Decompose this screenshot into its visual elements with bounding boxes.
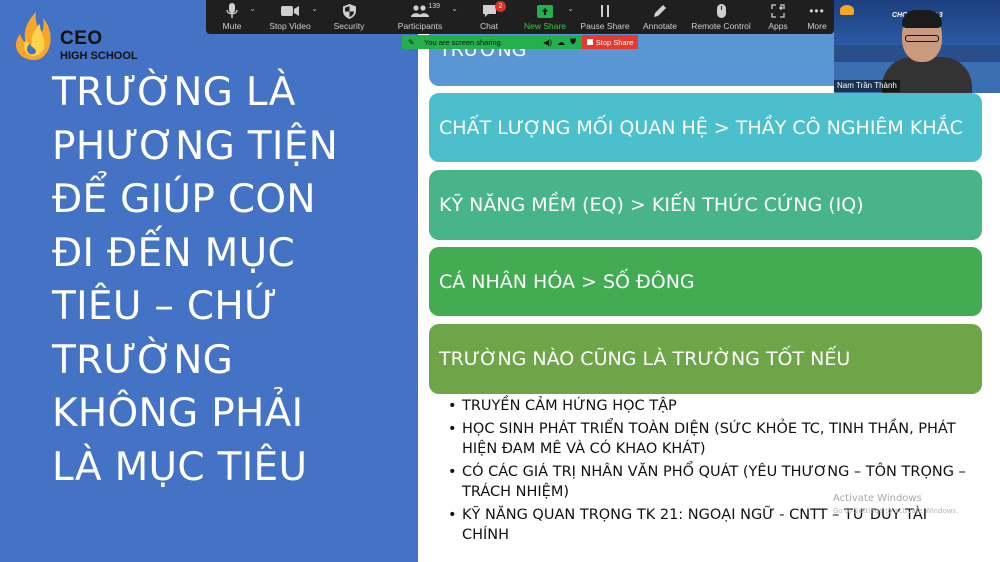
sharing-status-text: You are screen sharing — [424, 37, 501, 47]
bullet-list: TRUYỀN CẢM HỨNG HỌC TẬP HỌC SINH PHÁT TR… — [448, 396, 978, 548]
ceo-logo-small-icon — [840, 5, 854, 15]
title-line: PHƯƠNG TIỆN — [52, 123, 339, 169]
more-button[interactable]: ••• More — [800, 0, 834, 34]
chat-button[interactable]: 2 Chat — [464, 0, 514, 34]
share-screen-icon — [537, 3, 553, 19]
chevron-down-icon[interactable]: ⌄ — [249, 4, 256, 13]
box-text: CÁ NHÂN HÓA > SỐ ĐÔNG — [439, 270, 695, 293]
title-line: LÀ MỤC TIÊU — [52, 444, 308, 490]
title-line: ĐỂ GIÚP CON — [52, 177, 316, 222]
title-line: ĐI ĐẾN MỤC — [52, 230, 295, 276]
pause-icon — [600, 3, 610, 19]
pencil-icon — [654, 3, 666, 19]
chevron-down-icon[interactable]: ⌄ — [567, 4, 574, 13]
stop-square-icon — [586, 39, 593, 45]
speaker-icon[interactable]: ◀) — [543, 38, 552, 47]
annotate-button[interactable]: Annotate — [634, 0, 686, 34]
watermark-title: Activate Windows — [833, 493, 922, 504]
speaker-glasses — [905, 35, 939, 42]
slide-box-good-school: TRƯỜNG NÀO CŨNG LÀ TRƯỜNG TỐT NẾU — [429, 324, 982, 394]
cloud-icon[interactable]: ☁ — [557, 38, 565, 47]
pause-share-button[interactable]: Pause Share — [576, 0, 634, 34]
stop-share-label: Stop Share — [595, 37, 634, 47]
chevron-down-icon[interactable]: ⌄ — [451, 4, 458, 13]
speaker-hair — [902, 10, 942, 28]
annotate-label: Annotate — [642, 21, 678, 31]
chat-label: Chat — [480, 21, 498, 31]
apps-label: Apps — [768, 21, 788, 31]
participants-button[interactable]: 139 ⌄ Participants — [376, 0, 464, 34]
apps-icon — [771, 3, 785, 19]
security-label: Security — [333, 21, 365, 31]
new-share-label: New Share — [523, 21, 567, 31]
mouse-icon — [716, 3, 726, 19]
mute-label: Mute — [222, 21, 242, 31]
activate-windows-watermark: Activate Windows Go to Settings to activ… — [833, 492, 958, 518]
remote-control-label: Remote Control — [691, 21, 751, 31]
slide-box-personalization: CÁ NHÂN HÓA > SỐ ĐÔNG — [429, 247, 982, 316]
video-camera-icon — [281, 3, 299, 19]
bullet-item: TRUYỀN CẢM HỨNG HỌC TẬP — [448, 396, 978, 416]
title-line: TRƯỜNG LÀ — [52, 70, 296, 115]
zoom-meeting-toolbar: ⌄ Mute ⌄ Stop Video Security 139 ⌄ Parti… — [206, 0, 834, 34]
new-share-button[interactable]: ⌄ New Share — [514, 0, 576, 34]
chat-unread-badge: 2 — [495, 1, 506, 12]
ceo-logo: CEO HIGH SCHOOL — [8, 8, 138, 64]
slide-box-relationship: CHẤT LƯỢNG MỐI QUAN HỆ > THẦY CÔ NGHIÊM … — [429, 93, 982, 162]
stop-share-button[interactable]: Stop Share — [582, 35, 638, 49]
screen-sharing-bar: ✎ You are screen sharing ◀) ☁ ⛊ Stop Sha… — [402, 35, 638, 49]
mute-button[interactable]: ⌄ Mute — [206, 0, 258, 34]
logo-subtitle: HIGH SCHOOL — [60, 50, 138, 62]
title-line: KHÔNG PHẢI — [52, 391, 304, 436]
shield-check-icon[interactable]: ⛊ — [570, 37, 576, 47]
microphone-icon — [226, 3, 238, 19]
participants-label: Participants — [397, 21, 443, 31]
slide-left-panel: CEO HIGH SCHOOL TRƯỜNG LÀ PHƯƠNG TIỆN ĐỂ… — [0, 0, 418, 562]
title-line: TIÊU – CHỨ — [52, 284, 278, 329]
box-text: CHẤT LƯỢNG MỐI QUAN HỆ > THẦY CÔ NGHIÊM … — [439, 116, 963, 139]
participant-name-tag: Nam Trần Thành — [834, 80, 900, 92]
security-button[interactable]: Security — [322, 0, 376, 34]
shield-icon — [342, 3, 356, 19]
logo-name: CEO — [60, 28, 103, 49]
remote-control-button[interactable]: Remote Control — [686, 0, 756, 34]
stop-video-button[interactable]: ⌄ Stop Video — [258, 0, 322, 34]
sharing-status-bar[interactable]: ✎ You are screen sharing ◀) ☁ ⛊ — [402, 35, 582, 49]
flame-icon — [16, 12, 51, 60]
bullet-item: HỌC SINH PHÁT TRIỂN TOÀN DIỆN (SỨC KHỎE … — [448, 419, 978, 459]
pause-share-label: Pause Share — [580, 21, 630, 31]
chevron-down-icon[interactable]: ⌄ — [311, 4, 318, 13]
slide-box-soft-skills: KỸ NĂNG MỀM (EQ) > KIẾN THỨC CỨNG (IQ) — [429, 170, 982, 240]
box-text: KỸ NĂNG MỀM (EQ) > KIẾN THỨC CỨNG (IQ) — [439, 194, 864, 216]
title-line: TRƯỜNG — [52, 337, 234, 383]
drag-handle-icon[interactable]: ✎ — [408, 38, 415, 47]
participants-icon — [411, 3, 429, 19]
more-dots-icon: ••• — [809, 4, 825, 18]
watermark-subtitle: Go to Settings to activate Windows. — [833, 507, 959, 515]
stop-video-label: Stop Video — [269, 21, 311, 31]
box-text: TRƯỜNG NÀO CŨNG LÀ TRƯỜNG TỐT NẾU — [439, 348, 851, 370]
participant-video-thumbnail[interactable]: CHỌN ... CẤP 3 Nam Trần Thành — [834, 0, 1000, 93]
slide-main-title: TRƯỜNG LÀ PHƯƠNG TIỆN ĐỂ GIÚP CON ĐI ĐẾN… — [52, 66, 392, 494]
apps-button[interactable]: Apps — [756, 0, 800, 34]
participants-count: 139 — [428, 3, 440, 10]
more-label: More — [807, 21, 827, 31]
